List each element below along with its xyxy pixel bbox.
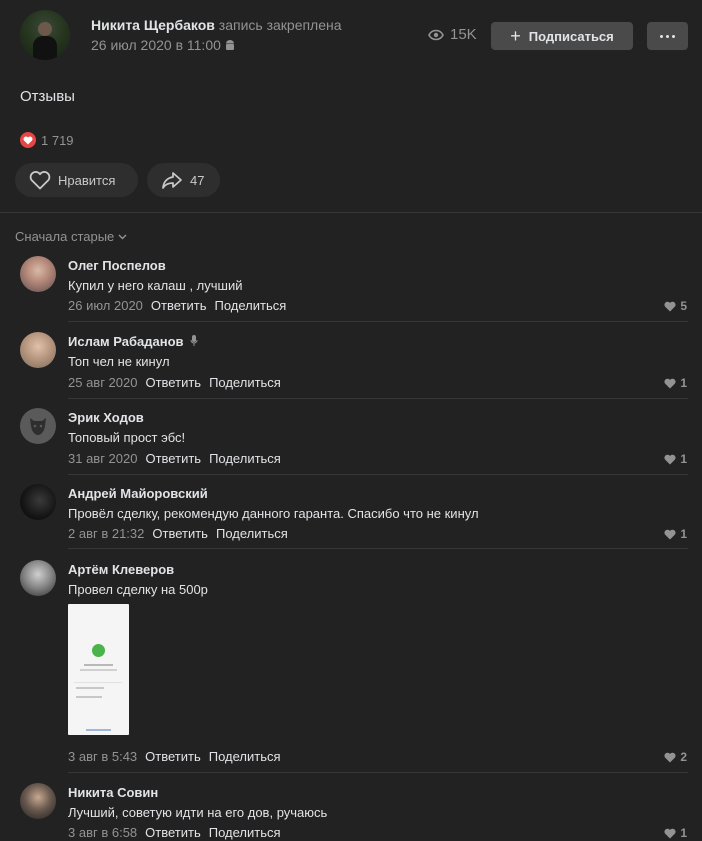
comment-likes-count: 1 <box>680 376 687 390</box>
reply-button[interactable]: Ответить <box>145 375 201 390</box>
like-label: Нравится <box>58 172 116 188</box>
comment-likes-count: 1 <box>680 826 687 840</box>
comment-text: Топовый прост эбс! <box>68 430 186 445</box>
comment-divider <box>68 321 688 322</box>
comment-text: Провел сделку на 500р <box>68 582 208 597</box>
comment-divider <box>68 548 688 549</box>
comment-date[interactable]: 3 авг в 5:43 <box>68 749 137 764</box>
more-options-button[interactable] <box>647 22 688 50</box>
commenter-name[interactable]: Ислам Рабаданов <box>68 334 184 349</box>
comment-likes-count: 2 <box>680 750 687 764</box>
commenter-avatar[interactable] <box>20 484 56 520</box>
eye-icon <box>428 29 444 40</box>
more-dots-icon <box>660 34 675 38</box>
comment-date[interactable]: 2 авг в 21:32 <box>68 526 144 541</box>
comment-like-button[interactable]: 1 <box>664 376 687 390</box>
comment-like-button[interactable]: 2 <box>664 750 687 764</box>
comment-text: Топ чел не кинул <box>68 354 170 369</box>
comment-text: Купил у него калаш , лучший <box>68 278 243 293</box>
comment-meta: 2 авг в 21:32 Ответить Поделиться <box>68 526 288 541</box>
comment-likes-count: 5 <box>680 299 687 313</box>
comment-likes-count: 1 <box>680 452 687 466</box>
share-comment-button[interactable]: Поделиться <box>209 825 281 840</box>
commenter-name-line: Ислам Рабаданов <box>68 334 198 349</box>
commenter-avatar[interactable] <box>20 560 56 596</box>
comment-meta: 26 июл 2020 Ответить Поделиться <box>68 298 286 313</box>
divider <box>0 212 702 213</box>
author-line: Никита Щербаков запись закреплена <box>91 17 342 33</box>
views-counter: 15K <box>428 26 477 43</box>
commenter-name[interactable]: Никита Совин <box>68 785 158 800</box>
comment-like-button[interactable]: 5 <box>664 299 687 313</box>
post-text: Отзывы <box>20 88 75 105</box>
dog-icon <box>30 418 46 435</box>
share-comment-button[interactable]: Поделиться <box>209 749 281 764</box>
commenter-name[interactable]: Андрей Майоровский <box>68 486 208 501</box>
comment-divider <box>68 772 688 773</box>
author-name[interactable]: Никита Щербаков <box>91 17 215 33</box>
deactivated-avatar[interactable] <box>20 408 56 444</box>
likes-summary[interactable]: 1 719 <box>20 132 74 148</box>
heart-outline-icon <box>29 170 51 189</box>
comment-like-button[interactable]: 1 <box>664 527 687 541</box>
share-button[interactable]: 47 <box>147 163 220 197</box>
likes-count: 1 719 <box>41 132 74 148</box>
comment-date[interactable]: 31 авг 2020 <box>68 451 137 466</box>
subscribe-label: Подписаться <box>528 28 614 44</box>
comment-text: Лучший, советую идти на его дов, ручаюсь <box>68 805 328 820</box>
sort-label: Сначала старые <box>15 229 115 244</box>
reply-button[interactable]: Ответить <box>145 749 201 764</box>
share-comment-button[interactable]: Поделиться <box>209 451 281 466</box>
share-comment-button[interactable]: Поделиться <box>216 526 288 541</box>
heart-icon <box>664 529 676 539</box>
pinned-note: запись закреплена <box>218 17 342 33</box>
shares-count: 47 <box>190 172 205 188</box>
chevron-down-icon <box>118 234 127 239</box>
commenter-name[interactable]: Эрик Ходов <box>68 410 144 425</box>
post-header: Никита Щербаков запись закреплена 26 июл… <box>20 10 690 62</box>
plus-icon: + <box>510 25 521 46</box>
commenter-name[interactable]: Олег Поспелов <box>68 258 166 273</box>
comment-divider <box>68 398 688 399</box>
post-date-line: 26 июл 2020 в 11:00 <box>91 37 235 53</box>
subscribe-button[interactable]: + Подписаться <box>491 22 633 50</box>
reply-button[interactable]: Ответить <box>152 526 208 541</box>
heart-icon <box>664 828 676 838</box>
microphone-icon <box>190 335 198 346</box>
heart-icon <box>664 301 676 311</box>
photo-attachment[interactable] <box>68 604 129 735</box>
comment-likes-count: 1 <box>680 527 687 541</box>
share-arrow-icon <box>162 171 182 189</box>
sort-toggle[interactable]: Сначала старые <box>15 229 127 244</box>
heart-icon <box>664 454 676 464</box>
reply-button[interactable]: Ответить <box>145 825 201 840</box>
heart-icon <box>664 378 676 388</box>
share-comment-button[interactable]: Поделиться <box>215 298 287 313</box>
comment-date[interactable]: 3 авг в 6:58 <box>68 825 137 840</box>
reply-button[interactable]: Ответить <box>145 451 201 466</box>
reply-button[interactable]: Ответить <box>151 298 207 313</box>
views-count: 15K <box>450 26 477 43</box>
commenter-avatar[interactable] <box>20 332 56 368</box>
author-avatar[interactable] <box>20 10 70 60</box>
commenter-avatar[interactable] <box>20 783 56 819</box>
comment-date[interactable]: 26 июл 2020 <box>68 298 143 313</box>
comment-like-button[interactable]: 1 <box>664 452 687 466</box>
post-date[interactable]: 26 июл 2020 в 11:00 <box>91 37 221 53</box>
comment-meta: 3 авг в 6:58 Ответить Поделиться <box>68 825 281 840</box>
comment-meta: 3 авг в 5:43 Ответить Поделиться <box>68 749 281 764</box>
like-button[interactable]: Нравится <box>15 163 138 197</box>
comment-like-button[interactable]: 1 <box>664 826 687 840</box>
heart-icon <box>20 132 36 148</box>
share-comment-button[interactable]: Поделиться <box>209 375 281 390</box>
comment-date[interactable]: 25 авг 2020 <box>68 375 137 390</box>
commenter-name[interactable]: Артём Клеверов <box>68 562 174 577</box>
heart-icon <box>664 752 676 762</box>
comment-meta: 31 авг 2020 Ответить Поделиться <box>68 451 281 466</box>
comment-text: Провёл сделку, рекомендую данного гарант… <box>68 506 479 521</box>
commenter-avatar[interactable] <box>20 256 56 292</box>
comment-divider <box>68 474 688 475</box>
comment-meta: 25 авг 2020 Ответить Поделиться <box>68 375 281 390</box>
android-icon <box>225 40 234 50</box>
